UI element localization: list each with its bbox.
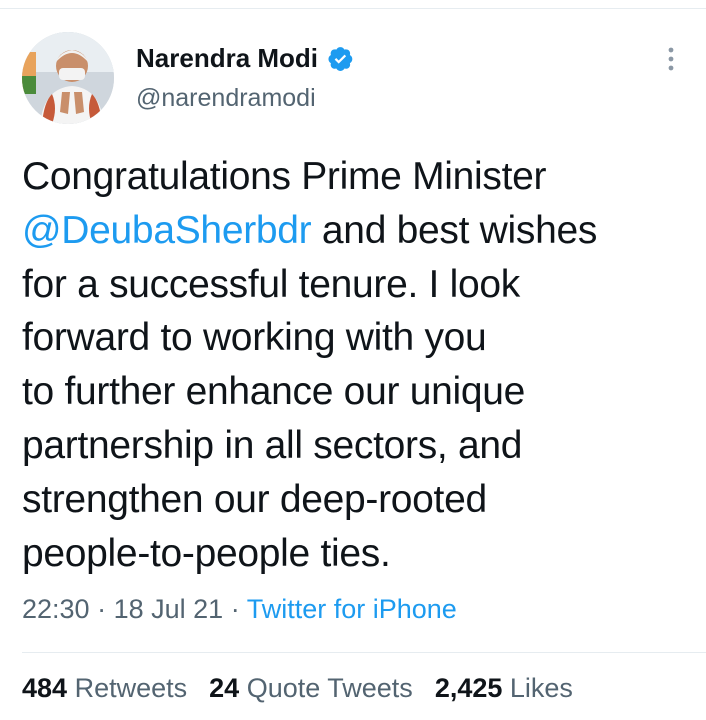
tweet-text-line: partnership in all sectors, and xyxy=(22,419,692,473)
tweet-text-segment: for a successful tenure. I look xyxy=(22,262,520,306)
tweet-text-segment: strengthen our deep-rooted xyxy=(22,477,487,521)
tweet-date[interactable]: 18 Jul 21 xyxy=(114,594,224,624)
tweet-text-line: forward to working with you xyxy=(22,311,692,365)
quote-tweets-count: 24 xyxy=(209,673,240,703)
retweets-stat[interactable]: 484 Retweets xyxy=(22,673,187,704)
tweet-text-line: strengthen our deep-rooted xyxy=(22,473,692,527)
tweet-text-segment: and best wishes xyxy=(311,208,598,252)
tweet-text-segment: partnership in all sectors, and xyxy=(22,423,523,467)
tweet-text: Congratulations Prime Minister @DeubaShe… xyxy=(22,150,692,580)
tweet-text-segment: people-to-people ties. xyxy=(22,531,391,575)
tweet-text-line: for a successful tenure. I look xyxy=(22,258,692,312)
quote-tweets-label: Quote Tweets xyxy=(246,673,413,703)
tweet-source-link[interactable]: Twitter for iPhone xyxy=(247,594,457,624)
stats-divider xyxy=(22,652,706,653)
tweet-text-segment: Congratulations Prime Minister xyxy=(22,155,547,198)
retweets-label: Retweets xyxy=(74,673,188,703)
top-divider xyxy=(0,8,706,9)
more-vertical-icon[interactable] xyxy=(656,44,686,74)
meta-separator: · xyxy=(230,594,240,624)
tweet-text-segment: forward to working with you xyxy=(22,316,487,360)
tweet-text-line: Congratulations Prime Minister xyxy=(22,150,692,204)
tweet-text-line: to further enhance our unique xyxy=(22,365,692,419)
retweets-count: 484 xyxy=(22,673,68,703)
author-name-row: Narendra Modi xyxy=(136,40,354,76)
likes-stat[interactable]: 2,425 Likes xyxy=(435,673,573,704)
avatar-image xyxy=(22,32,114,124)
tweet-text-line: people-to-people ties. xyxy=(22,527,692,581)
tweet-stats: 484 Retweets 24 Quote Tweets 2,425 Likes xyxy=(22,673,573,704)
quote-tweets-stat[interactable]: 24 Quote Tweets xyxy=(209,673,413,704)
author-handle[interactable]: @narendramodi xyxy=(136,84,316,113)
avatar[interactable] xyxy=(22,32,114,124)
tweet-text-line: @DeubaSherbdr and best wishes xyxy=(22,204,692,258)
mention-link[interactable]: @DeubaSherbdr xyxy=(22,209,312,252)
verified-badge-icon xyxy=(327,45,354,72)
tweet-text-segment: to further enhance our unique xyxy=(22,370,526,414)
likes-count: 2,425 xyxy=(434,673,503,703)
tweet-meta: 22:30 · 18 Jul 21 · Twitter for iPhone xyxy=(22,594,457,625)
tweet-time[interactable]: 22:30 xyxy=(22,594,90,624)
meta-separator: · xyxy=(97,594,107,624)
likes-label: Likes xyxy=(509,673,573,703)
author-display-name[interactable]: Narendra Modi xyxy=(136,43,318,74)
